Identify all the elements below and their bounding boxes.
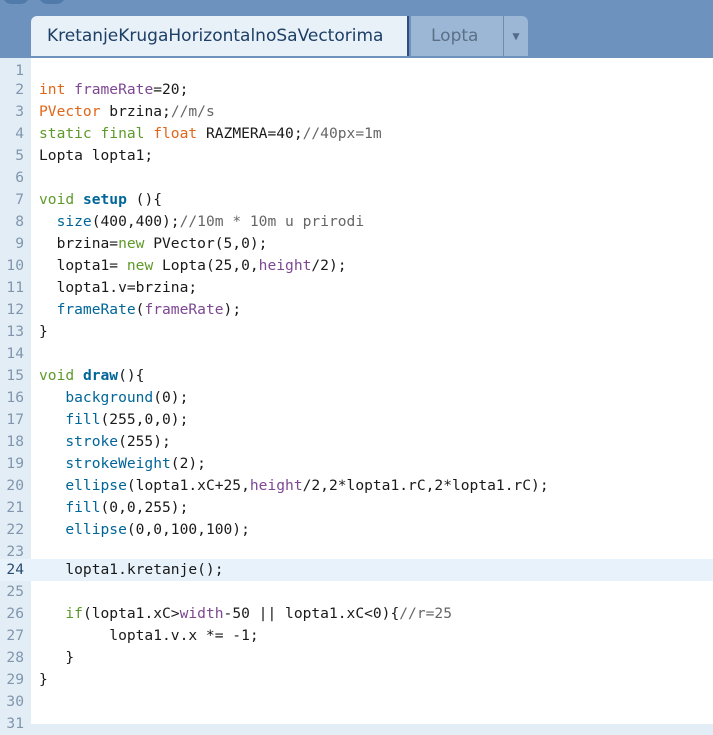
chevron-down-icon: ▼	[512, 29, 520, 43]
code-line[interactable]: 21 fill(0,0,255);	[0, 497, 713, 519]
code-line[interactable]: 25	[0, 581, 713, 603]
code-text: fill(255,0,0);	[65, 411, 189, 428]
code-line[interactable]: 27 lopta1.v.x *= -1;	[0, 625, 713, 647]
code-line[interactable]: 12 frameRate(frameRate);	[0, 299, 713, 321]
code-text: fill(0,0,255);	[65, 499, 189, 516]
code-text: static final float RAZMERA=40;//40px=1m	[39, 125, 382, 142]
line-number: 16	[6, 389, 24, 406]
tab-lopta[interactable]: Lopta	[411, 16, 503, 56]
line-number: 28	[6, 649, 24, 666]
code-text: lopta1= new Lopta(25,0,height/2);	[39, 257, 347, 274]
code-text: }	[39, 649, 75, 666]
code-text: }	[39, 323, 48, 340]
line-number: 10	[6, 257, 24, 274]
code-line[interactable]: 7 void setup (){	[0, 189, 713, 211]
code-text: background(0);	[65, 389, 189, 406]
code-line[interactable]: 22 ellipse(0,0,100,100);	[0, 519, 713, 541]
code-line[interactable]: 2 int frameRate=20;	[0, 79, 713, 101]
line-number: 3	[15, 103, 24, 120]
code-text: }	[39, 671, 48, 688]
code-line[interactable]: 8 size(400,400);//10m * 10m u prirodi	[0, 211, 713, 233]
code-line[interactable]: 15 void draw(){	[0, 365, 713, 387]
line-number: 13	[6, 323, 24, 340]
code-line[interactable]: 26 if(lopta1.xC>width-50 || lopta1.xC<0)…	[0, 603, 713, 625]
code-text: ellipse(lopta1.xC+25,height/2,2*lopta1.r…	[65, 477, 549, 494]
line-number: 22	[6, 521, 24, 538]
code-line[interactable]: 30	[0, 691, 713, 713]
line-number: 17	[6, 411, 24, 428]
line-number: 6	[15, 169, 24, 186]
line-number: 26	[6, 605, 24, 622]
code-line[interactable]: 3 PVector brzina;//m/s	[0, 101, 713, 123]
code-text: frameRate(frameRate);	[56, 301, 242, 318]
code-line[interactable]: 13}	[0, 321, 713, 343]
tab-menu-dropdown[interactable]: ▼	[503, 16, 528, 56]
code-line[interactable]: 18 stroke(255);	[0, 431, 713, 453]
code-line[interactable]: 6	[0, 167, 713, 189]
line-number: 4	[15, 125, 24, 142]
line-number: 18	[6, 433, 24, 450]
code-line[interactable]: 10 lopta1= new Lopta(25,0,height/2);	[0, 255, 713, 277]
tab-label: KretanjeKrugaHorizontalnoSaVectorima	[47, 26, 384, 46]
line-number: 5	[15, 147, 24, 164]
line-number: 8	[15, 213, 24, 230]
code-text: brzina=new PVector(5,0);	[39, 235, 268, 252]
code-text: size(400,400);//10m * 10m u prirodi	[56, 213, 365, 230]
line-number: 25	[6, 583, 24, 600]
line-number: 30	[6, 693, 24, 710]
code-text: PVector brzina;//m/s	[39, 103, 215, 120]
line-number: 24	[6, 561, 24, 578]
code-text: void setup (){	[39, 191, 163, 208]
code-line[interactable]: 29}	[0, 669, 713, 691]
line-number: 31	[6, 715, 24, 732]
code-text: lopta1.v=brzina;	[39, 279, 198, 296]
tab-kretanje-kruga[interactable]: KretanjeKrugaHorizontalnoSaVectorima	[31, 16, 409, 56]
toolbar-edge-right	[38, 0, 66, 4]
line-number: 14	[6, 345, 24, 362]
tab-label: Lopta	[431, 26, 479, 46]
line-number: 29	[6, 671, 24, 688]
line-number: 2	[15, 81, 24, 98]
code-line[interactable]: 28 }	[0, 647, 713, 669]
code-text: lopta1.v.x *= -1;	[39, 627, 259, 644]
code-text: int frameRate=20;	[39, 81, 189, 98]
line-number: 11	[6, 279, 24, 296]
code-line[interactable]: 5 Lopta lopta1;	[0, 145, 713, 167]
line-number: 21	[6, 499, 24, 516]
code-line-active[interactable]: 24 lopta1.kretanje();	[0, 559, 713, 581]
code-text: ellipse(0,0,100,100);	[65, 521, 250, 538]
code-text: stroke(255);	[65, 433, 171, 450]
line-number: 12	[6, 301, 24, 318]
code-text: lopta1.kretanje();	[39, 561, 224, 578]
code-text: void draw(){	[39, 367, 145, 384]
code-text: Lopta lopta1;	[39, 147, 154, 164]
toolbar-edge-left	[2, 0, 30, 4]
line-number: 19	[6, 455, 24, 472]
code-line[interactable]: 19 strokeWeight(2);	[0, 453, 713, 475]
line-number: 7	[15, 191, 24, 208]
code-line[interactable]: 16 background(0);	[0, 387, 713, 409]
code-line[interactable]: 20 ellipse(lopta1.xC+25,height/2,2*lopta…	[0, 475, 713, 497]
code-line[interactable]: 31	[0, 713, 713, 735]
line-number: 9	[15, 235, 24, 252]
code-line[interactable]: 11 lopta1.v=brzina;	[0, 277, 713, 299]
code-line[interactable]: 4 static final float RAZMERA=40;//40px=1m	[0, 123, 713, 145]
code-line[interactable]: 17 fill(255,0,0);	[0, 409, 713, 431]
code-line[interactable]: 9 brzina=new PVector(5,0);	[0, 233, 713, 255]
line-number: 20	[6, 477, 24, 494]
code-text: if(lopta1.xC>width-50 || lopta1.xC<0){//…	[65, 605, 452, 622]
line-number: 15	[6, 367, 24, 384]
code-line[interactable]: 14	[0, 343, 713, 365]
code-text: strokeWeight(2);	[65, 455, 206, 472]
line-number: 27	[6, 627, 24, 644]
